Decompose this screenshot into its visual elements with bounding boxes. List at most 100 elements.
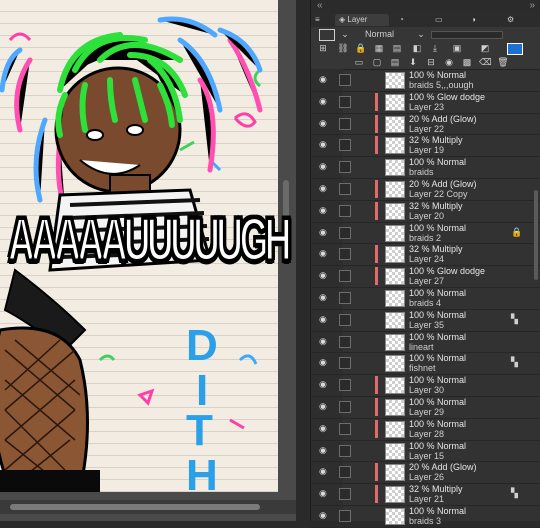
- scroll-thumb[interactable]: [10, 504, 260, 510]
- layer-row[interactable]: ◉ 100 % Normal braids 3: [311, 505, 540, 528]
- eye-icon[interactable]: ◉: [319, 75, 333, 84]
- layer-lock-checkbox[interactable]: [339, 117, 351, 130]
- chevron-down-icon[interactable]: ⌄: [339, 29, 351, 39]
- eye-icon[interactable]: ◉: [319, 467, 333, 476]
- eye-icon[interactable]: ◉: [319, 336, 333, 346]
- eye-icon[interactable]: ◉: [319, 227, 333, 237]
- layer-row[interactable]: ◉ 100 % Normal Layer 30: [311, 374, 540, 397]
- layer-row[interactable]: ◉ 100 % Normal lineart: [311, 331, 540, 354]
- eye-icon[interactable]: ◉: [319, 402, 333, 411]
- clipping-icon[interactable]: ⤓: [429, 43, 441, 53]
- eye-icon[interactable]: ◉: [319, 423, 333, 433]
- layer-row[interactable]: ◉ 100 % Normal braids 5,,,ouugh: [311, 69, 540, 92]
- eye-icon[interactable]: ◉: [319, 293, 333, 302]
- layer-row[interactable]: ◉ 100 % Normal Layer 35 ▚: [311, 309, 540, 332]
- delete-layer-icon[interactable]: ⌫: [479, 57, 492, 67]
- tab-layer[interactable]: ◈ Layer: [335, 14, 389, 26]
- eye-icon[interactable]: ◉: [319, 271, 333, 280]
- layer-lock-checkbox[interactable]: [339, 292, 351, 304]
- layer-thumbnail: [385, 377, 405, 395]
- eye-icon[interactable]: ◉: [319, 511, 333, 520]
- layer-lock-checkbox[interactable]: [339, 401, 351, 413]
- layer-lock-checkbox[interactable]: [339, 74, 351, 86]
- layer-row[interactable]: ◉ 100 % Normal braids 2 🔒: [311, 222, 540, 245]
- reference-icon[interactable]: ▤: [391, 43, 403, 53]
- layer-row[interactable]: ◉ 100 % Normal Layer 29: [311, 396, 540, 419]
- layer-row[interactable]: ◉ 100 % Normal braids: [311, 156, 540, 179]
- transfer-down-icon[interactable]: ⬇: [407, 57, 419, 67]
- collapse-icon[interactable]: «: [317, 0, 323, 11]
- layer-lock-checkbox[interactable]: [339, 204, 351, 217]
- apply-mask-icon[interactable]: ▩: [461, 57, 473, 67]
- mask-icon[interactable]: ◧: [411, 43, 423, 53]
- opacity-slider[interactable]: [431, 31, 503, 39]
- blend-mode-select[interactable]: Normal: [365, 29, 419, 39]
- layer-row[interactable]: ◉ 100 % Normal braids 4: [311, 287, 540, 310]
- layer-lock-checkbox[interactable]: [339, 422, 351, 435]
- eye-icon[interactable]: ◉: [319, 118, 333, 128]
- layer-blend-info: 32 % Multiply: [409, 244, 463, 255]
- layer-row[interactable]: ◉ 100 % Normal Layer 28: [311, 418, 540, 441]
- layer-row[interactable]: ◉ 20 % Add (Glow) Layer 22 Copy: [311, 178, 540, 201]
- layer-row[interactable]: ◉ 100 % Normal fishnet ▚: [311, 352, 540, 376]
- new-vector-layer-icon[interactable]: ▢: [371, 57, 383, 67]
- tab-navigator-icon[interactable]: ◔: [399, 14, 423, 26]
- layer-lock-checkbox[interactable]: [339, 488, 351, 501]
- lock-icon[interactable]: 🔒: [355, 43, 367, 53]
- layer-row[interactable]: ◉ 32 % Multiply Layer 21 ▚: [311, 483, 540, 506]
- eye-icon[interactable]: ◉: [319, 358, 333, 367]
- layer-lock-checkbox[interactable]: [339, 335, 351, 348]
- tab-history-icon[interactable]: ◑: [471, 14, 495, 26]
- layer-lock-checkbox[interactable]: [339, 313, 351, 326]
- layer-row[interactable]: ◉ 100 % Glow dodge Layer 27: [311, 265, 540, 288]
- eye-icon[interactable]: ◉: [319, 96, 333, 106]
- eye-icon[interactable]: ◉: [319, 380, 333, 389]
- layer-row[interactable]: ◉ 100 % Normal Layer 15: [311, 440, 540, 463]
- layer-row[interactable]: ◉ 32 % Multiply Layer 24: [311, 243, 540, 267]
- layer-list-scrollbar[interactable]: [534, 190, 538, 280]
- layer-row[interactable]: ◉ 20 % Add (Glow) Layer 22: [311, 113, 540, 136]
- eye-icon[interactable]: ◉: [319, 249, 333, 258]
- trash-icon[interactable]: 🗑: [497, 57, 509, 67]
- eye-icon[interactable]: ◉: [319, 184, 333, 193]
- layer-row[interactable]: ◉ 32 % Multiply Layer 19: [311, 134, 540, 158]
- layer-lock-checkbox[interactable]: [339, 95, 351, 108]
- expand-icon[interactable]: »: [529, 0, 535, 11]
- layer-row[interactable]: ◉ 20 % Add (Glow) Layer 26: [311, 461, 540, 485]
- menu-icon[interactable]: ≡: [315, 14, 329, 26]
- lock-transparent-icon[interactable]: ▦: [373, 43, 385, 53]
- eye-icon[interactable]: ◉: [319, 445, 333, 455]
- eye-icon[interactable]: ◉: [319, 140, 333, 149]
- layer-lock-checkbox[interactable]: [339, 161, 351, 174]
- layer-lock-checkbox[interactable]: [339, 379, 351, 392]
- color-icon[interactable]: ▣: [451, 43, 463, 53]
- layer-row[interactable]: ◉ 32 % Multiply Layer 20: [311, 200, 540, 223]
- mask-create-icon[interactable]: ◉: [443, 57, 455, 67]
- layer-lock-checkbox[interactable]: [339, 139, 351, 152]
- layer-lock-checkbox[interactable]: [339, 183, 351, 195]
- layer-lock-checkbox[interactable]: [339, 226, 351, 239]
- layer-lock-checkbox[interactable]: [339, 444, 351, 457]
- combine-icon[interactable]: ⊟: [425, 57, 437, 67]
- canvas-horizontal-scrollbar[interactable]: [0, 500, 296, 514]
- new-folder-icon[interactable]: ▤: [389, 57, 401, 67]
- eye-icon[interactable]: ◉: [319, 489, 333, 498]
- grid-icon[interactable]: ⊞: [317, 43, 329, 53]
- layer-lock-checkbox[interactable]: [339, 248, 351, 261]
- draft-icon[interactable]: ◩: [479, 43, 491, 53]
- eye-icon[interactable]: ◉: [319, 314, 333, 324]
- link-icon[interactable]: ⛓: [337, 43, 349, 53]
- layer-lock-checkbox[interactable]: [339, 510, 351, 522]
- layer-lock-checkbox[interactable]: [339, 466, 351, 479]
- blend-chevron-icon[interactable]: ⌄: [415, 29, 427, 39]
- eye-icon[interactable]: ◉: [319, 162, 333, 171]
- layer-property-icon[interactable]: [319, 29, 335, 41]
- layer-row[interactable]: ◉ 100 % Glow dodge Layer 23: [311, 91, 540, 114]
- tab-palette-icon[interactable]: ▭: [435, 14, 459, 26]
- new-raster-layer-icon[interactable]: ▭: [353, 57, 365, 67]
- eye-icon[interactable]: ◉: [319, 205, 333, 215]
- layer-color-swatch[interactable]: [507, 43, 523, 55]
- layer-lock-checkbox[interactable]: [339, 270, 351, 283]
- tab-settings-icon[interactable]: ⚙: [507, 14, 531, 26]
- layer-lock-checkbox[interactable]: [339, 357, 351, 370]
